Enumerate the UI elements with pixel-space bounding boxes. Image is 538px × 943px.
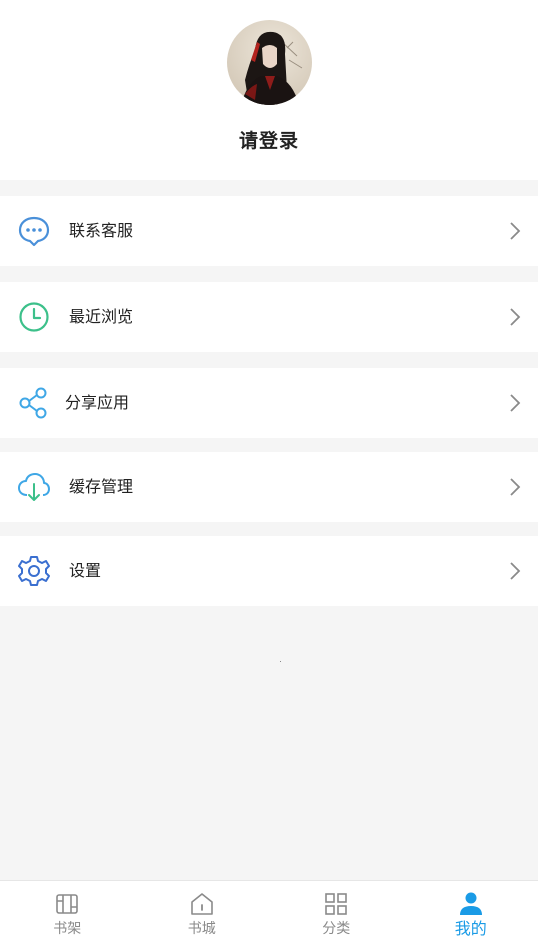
stray-dot — [280, 661, 281, 662]
menu-item-label: 最近浏览 — [69, 307, 134, 326]
menu-item-label: 设置 — [69, 561, 102, 580]
menu-item-share-app[interactable]: 分享应用 — [0, 368, 538, 438]
avatar[interactable] — [227, 20, 312, 105]
chevron-right-icon — [508, 221, 522, 241]
menu-item-recent-browse[interactable]: 最近浏览 — [0, 282, 538, 352]
menu-item-settings[interactable]: 设置 — [0, 536, 538, 606]
gear-icon — [17, 554, 51, 588]
tab-category[interactable]: 分类 — [269, 881, 404, 943]
chevron-right-icon — [508, 477, 522, 497]
home-icon — [189, 891, 215, 917]
tab-label: 书架 — [53, 921, 82, 937]
menu-item-label: 分享应用 — [65, 393, 130, 412]
tab-label: 书城 — [187, 921, 216, 937]
tab-bookstore[interactable]: 书城 — [135, 881, 270, 943]
profile-header: 请登录 — [0, 0, 538, 180]
login-prompt[interactable]: 请登录 — [0, 126, 538, 153]
chevron-right-icon — [508, 307, 522, 327]
bookshelf-icon — [54, 891, 80, 917]
tab-label: 我的 — [454, 919, 487, 938]
menu-item-label: 联系客服 — [69, 221, 134, 240]
chevron-right-icon — [508, 393, 522, 413]
clock-icon — [17, 300, 51, 334]
bottom-tab-bar: 书架 书城 分类 我的 — [0, 880, 538, 943]
tab-bookshelf[interactable]: 书架 — [0, 881, 135, 943]
chevron-right-icon — [508, 561, 522, 581]
tab-label: 分类 — [322, 921, 351, 937]
chat-bubble-icon — [17, 214, 51, 248]
menu-item-customer-service[interactable]: 联系客服 — [0, 196, 538, 266]
menu-item-label: 缓存管理 — [69, 477, 134, 496]
cloud-download-icon — [17, 470, 51, 504]
grid-icon — [323, 891, 349, 917]
tab-mine[interactable]: 我的 — [404, 881, 538, 943]
menu-item-cache-manage[interactable]: 缓存管理 — [0, 452, 538, 522]
user-icon — [458, 891, 484, 917]
share-icon — [17, 386, 51, 420]
